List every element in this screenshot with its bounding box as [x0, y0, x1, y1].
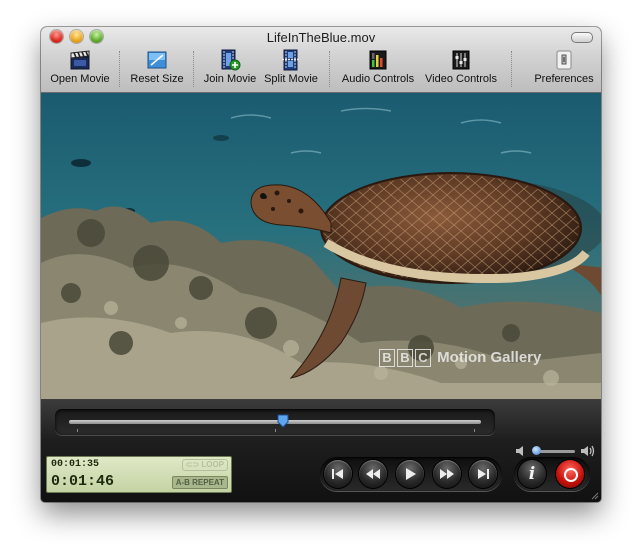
- video-controls-label: Video Controls: [425, 73, 497, 85]
- toolbar-separator: [193, 51, 194, 87]
- timeline-tick: [474, 429, 475, 432]
- video-controls-icon: [452, 50, 470, 70]
- loop-label: LOOP: [201, 460, 224, 469]
- record-button[interactable]: [556, 460, 584, 488]
- reset-size-button[interactable]: Reset Size: [129, 49, 185, 85]
- fast-forward-icon: [440, 469, 454, 479]
- extra-controls: i: [514, 457, 590, 491]
- volume-low-icon[interactable]: [516, 445, 526, 457]
- playback-controls: 00:01:35 0:01:46 ⊂⊃ LOOP A-B REPEAT i: [41, 399, 601, 502]
- toolbar-separator: [511, 51, 512, 87]
- current-time: 00:01:35: [51, 459, 100, 470]
- info-icon: i: [528, 464, 536, 484]
- clapboard-icon: [70, 50, 90, 70]
- fast-forward-button[interactable]: [433, 460, 461, 488]
- loop-toggle[interactable]: ⊂⊃ LOOP: [181, 459, 228, 471]
- video-frame[interactable]: BBC Motion Gallery: [41, 93, 601, 399]
- timeline-scrubber[interactable]: [69, 420, 481, 424]
- watermark-letter: C: [415, 349, 431, 367]
- volume-thumb[interactable]: [532, 446, 542, 455]
- time-display: 00:01:35 0:01:46 ⊂⊃ LOOP A-B REPEAT: [46, 456, 232, 493]
- window-title: LifeInTheBlue.mov: [266, 30, 376, 45]
- rewind-button[interactable]: [359, 460, 387, 488]
- timeline-well: [55, 409, 495, 435]
- info-button[interactable]: i: [518, 460, 546, 488]
- watermark-text: Motion Gallery: [437, 349, 542, 366]
- skip-back-icon: [332, 469, 343, 479]
- preferences-label: Preferences: [534, 73, 594, 85]
- video-controls-button[interactable]: Video Controls: [422, 49, 500, 85]
- timeline-tick: [77, 429, 78, 432]
- watermark-letter: B: [379, 349, 395, 367]
- preferences-icon: [556, 50, 572, 70]
- rewind-icon: [366, 469, 380, 479]
- player-window: LifeInTheBlue.mov Open Movie Reset Size: [41, 27, 601, 502]
- watermark-letter: B: [397, 349, 413, 367]
- toolbar-separator: [119, 51, 120, 87]
- reset-size-icon: [147, 51, 167, 69]
- join-movie-icon: [221, 49, 241, 71]
- resize-grip-icon[interactable]: [589, 490, 599, 500]
- duration-time: 0:01:46: [51, 473, 115, 490]
- open-movie-button[interactable]: Open Movie: [49, 49, 111, 85]
- split-movie-label: Split Movie: [264, 73, 318, 85]
- window-toolbar: LifeInTheBlue.mov Open Movie Reset Size: [41, 27, 601, 93]
- join-movie-button[interactable]: Join Movie: [202, 49, 258, 85]
- skip-forward-button[interactable]: [469, 460, 497, 488]
- volume-high-icon[interactable]: [581, 444, 597, 458]
- playhead-thumb[interactable]: [277, 414, 289, 428]
- toolbar-separator: [329, 51, 330, 87]
- transport-controls: [320, 457, 502, 491]
- join-movie-label: Join Movie: [203, 73, 257, 85]
- bbc-watermark: BBC Motion Gallery: [379, 349, 541, 367]
- audio-controls-label: Audio Controls: [341, 73, 415, 85]
- open-movie-label: Open Movie: [50, 73, 110, 85]
- audio-controls-icon: [369, 50, 387, 70]
- audio-controls-button[interactable]: Audio Controls: [339, 49, 417, 85]
- play-button[interactable]: [396, 460, 424, 488]
- skip-back-button[interactable]: [324, 460, 352, 488]
- reset-size-label: Reset Size: [130, 73, 184, 85]
- ab-repeat-toggle[interactable]: A-B REPEAT: [171, 476, 228, 489]
- skip-forward-icon: [478, 469, 489, 479]
- split-movie-icon: [282, 49, 300, 71]
- preferences-button[interactable]: Preferences: [531, 49, 597, 85]
- play-icon: [406, 468, 416, 480]
- timeline-tick: [275, 429, 276, 432]
- split-movie-button[interactable]: Split Movie: [263, 49, 319, 85]
- toolbar-toggle-button[interactable]: [571, 32, 593, 43]
